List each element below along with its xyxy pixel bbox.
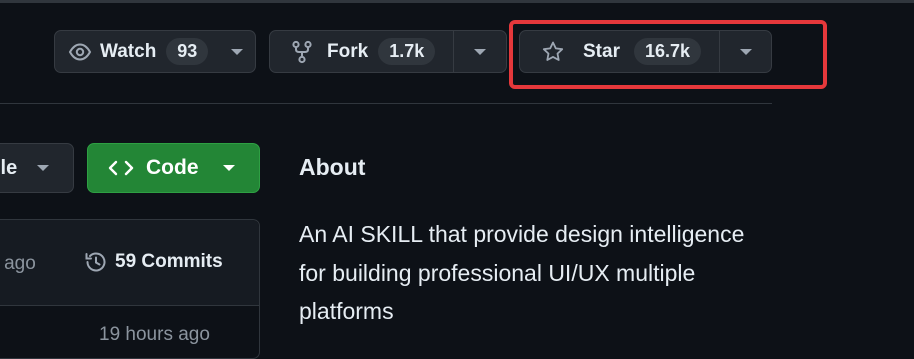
watch-button[interactable]: Watch 93 bbox=[55, 31, 218, 72]
fork-count: 1.7k bbox=[378, 38, 436, 65]
fork-button-group: Fork 1.7k bbox=[269, 30, 507, 73]
eye-icon bbox=[68, 40, 92, 64]
history-icon bbox=[83, 249, 109, 275]
watch-dropdown-button[interactable] bbox=[218, 31, 255, 72]
fork-dropdown-button[interactable] bbox=[453, 31, 506, 72]
last-updated-time: rs ago bbox=[0, 253, 36, 274]
add-file-button[interactable]: ile bbox=[0, 143, 74, 193]
code-icon bbox=[108, 158, 134, 178]
fork-label: Fork bbox=[327, 40, 369, 62]
commit-panel: rs ago 59 Commits ri 19 hours ago bbox=[0, 219, 260, 359]
chevron-down-icon bbox=[37, 165, 50, 171]
code-label: Code bbox=[146, 156, 199, 179]
chevron-down-icon bbox=[474, 48, 487, 55]
about-description: An AI SKILL that provide design intellig… bbox=[299, 221, 745, 324]
highlight-box bbox=[509, 20, 827, 89]
file-row[interactable]: ri 19 hours ago bbox=[0, 306, 259, 346]
fork-button[interactable]: Fork 1.7k bbox=[270, 31, 453, 72]
file-row-time: 19 hours ago bbox=[99, 324, 210, 345]
code-button[interactable]: Code bbox=[87, 143, 260, 193]
commits-link[interactable]: 59 Commits bbox=[83, 249, 223, 275]
watch-button-group: Watch 93 bbox=[54, 30, 256, 73]
add-file-label: ile bbox=[0, 156, 18, 179]
watch-label: Watch bbox=[100, 40, 157, 62]
header-divider bbox=[0, 103, 772, 104]
chevron-down-icon bbox=[222, 165, 235, 171]
watch-count: 93 bbox=[166, 38, 209, 65]
chevron-down-icon bbox=[230, 48, 243, 55]
latest-commit-header: rs ago 59 Commits bbox=[0, 220, 259, 306]
commits-count-label: 59 Commits bbox=[115, 251, 223, 272]
top-border bbox=[0, 0, 914, 3]
about-heading: About bbox=[299, 154, 366, 180]
fork-icon bbox=[291, 40, 313, 64]
